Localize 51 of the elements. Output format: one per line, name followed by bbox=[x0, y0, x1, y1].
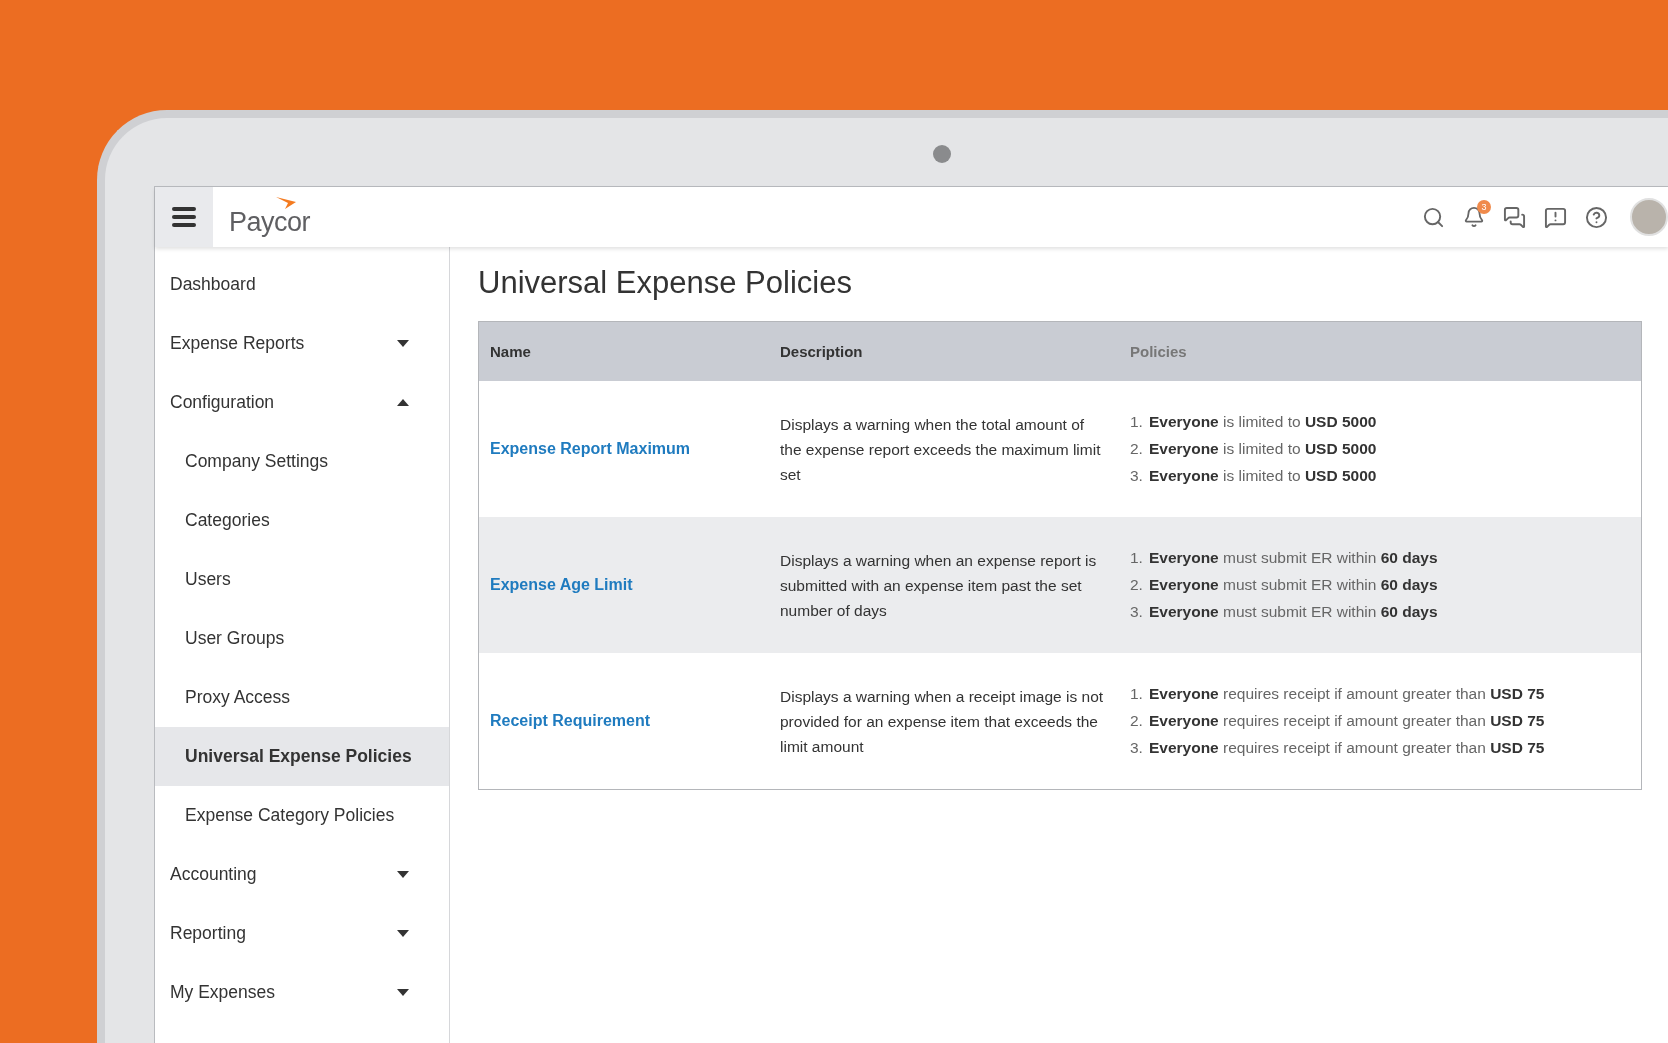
list-number: 1. bbox=[1130, 685, 1143, 703]
sidebar-item[interactable]: Reporting bbox=[155, 904, 449, 963]
caret-icon bbox=[397, 399, 409, 406]
list-number: 2. bbox=[1130, 712, 1143, 730]
sidebar-subitem[interactable]: Expense Category Policies bbox=[155, 786, 449, 845]
list-number: 3. bbox=[1130, 739, 1143, 757]
policy-rule: Everyone requires receipt if amount greater than USD 75 bbox=[1148, 685, 1545, 703]
sidebar-subitem[interactable]: Proxy Access bbox=[155, 668, 449, 727]
policy-description: Displays a warning when a receipt image is not provided for an expense item that exceeds the limit amount bbox=[779, 686, 1105, 757]
sidebar-subitem[interactable]: User Groups bbox=[155, 609, 449, 668]
list-number: 3. bbox=[1130, 603, 1143, 621]
column-header: Description bbox=[779, 343, 864, 360]
sidebar-item[interactable]: My Expenses bbox=[155, 963, 449, 1022]
column-header: Name bbox=[489, 343, 532, 360]
sidebar-item[interactable]: Dashboard bbox=[155, 255, 449, 314]
sidebar-subitem[interactable]: Company Settings bbox=[155, 432, 449, 491]
caret-icon bbox=[397, 871, 409, 878]
list-number: 1. bbox=[1130, 413, 1143, 431]
caret-icon bbox=[397, 989, 409, 996]
column-header: Policies bbox=[1129, 343, 1188, 360]
policy-rule: Everyone requires receipt if amount greater than USD 75 bbox=[1148, 739, 1545, 757]
logo: Paycor bbox=[229, 197, 311, 237]
policy-rule: Everyone must submit ER within 60 days bbox=[1148, 603, 1438, 621]
policy-name-link[interactable]: Receipt Requirement bbox=[479, 712, 651, 729]
policy-rule: Everyone requires receipt if amount greater than USD 75 bbox=[1148, 712, 1545, 730]
sidebar-item[interactable]: Accounting bbox=[155, 845, 449, 904]
sidebar-subitem[interactable]: Universal Expense Policies bbox=[155, 727, 449, 786]
menu-button[interactable] bbox=[155, 187, 213, 247]
policy-rule: Everyone is limited to USD 5000 bbox=[1148, 440, 1377, 458]
list-number: 2. bbox=[1130, 576, 1143, 594]
list-number: 2. bbox=[1130, 440, 1143, 458]
sidebar-subitem[interactable]: Categories bbox=[155, 491, 449, 550]
caret-icon bbox=[397, 930, 409, 937]
policy-description: Displays a warning when the total amount of the expense report exceeds the maximum limit set bbox=[779, 414, 1102, 485]
policy-description: Displays a warning when an expense report is submitted with an expense item past the set number of days bbox=[779, 550, 1098, 621]
notification-badge: 3 bbox=[1477, 200, 1491, 214]
policy-name-link[interactable]: Expense Age Limit bbox=[479, 576, 633, 593]
logo-mark-icon bbox=[276, 197, 297, 209]
caret-icon bbox=[397, 340, 409, 347]
policy-rule: Everyone must submit ER within 60 days bbox=[1148, 549, 1438, 567]
policy-rule: Everyone must submit ER within 60 days bbox=[1148, 576, 1438, 594]
sidebar-item[interactable]: Configuration bbox=[155, 373, 449, 432]
list-number: 1. bbox=[1130, 549, 1143, 567]
camera-icon bbox=[933, 145, 951, 163]
sidebar-item[interactable]: Expense Reports bbox=[155, 314, 449, 373]
policy-rule: Everyone is limited to USD 5000 bbox=[1148, 413, 1377, 431]
policy-name-link[interactable]: Expense Report Maximum bbox=[479, 440, 691, 457]
policy-rule: Everyone is limited to USD 5000 bbox=[1148, 467, 1377, 485]
list-number: 3. bbox=[1130, 467, 1143, 485]
sidebar-subitem[interactable]: Users bbox=[155, 550, 449, 609]
page-title: Universal Expense Policies bbox=[478, 265, 853, 301]
